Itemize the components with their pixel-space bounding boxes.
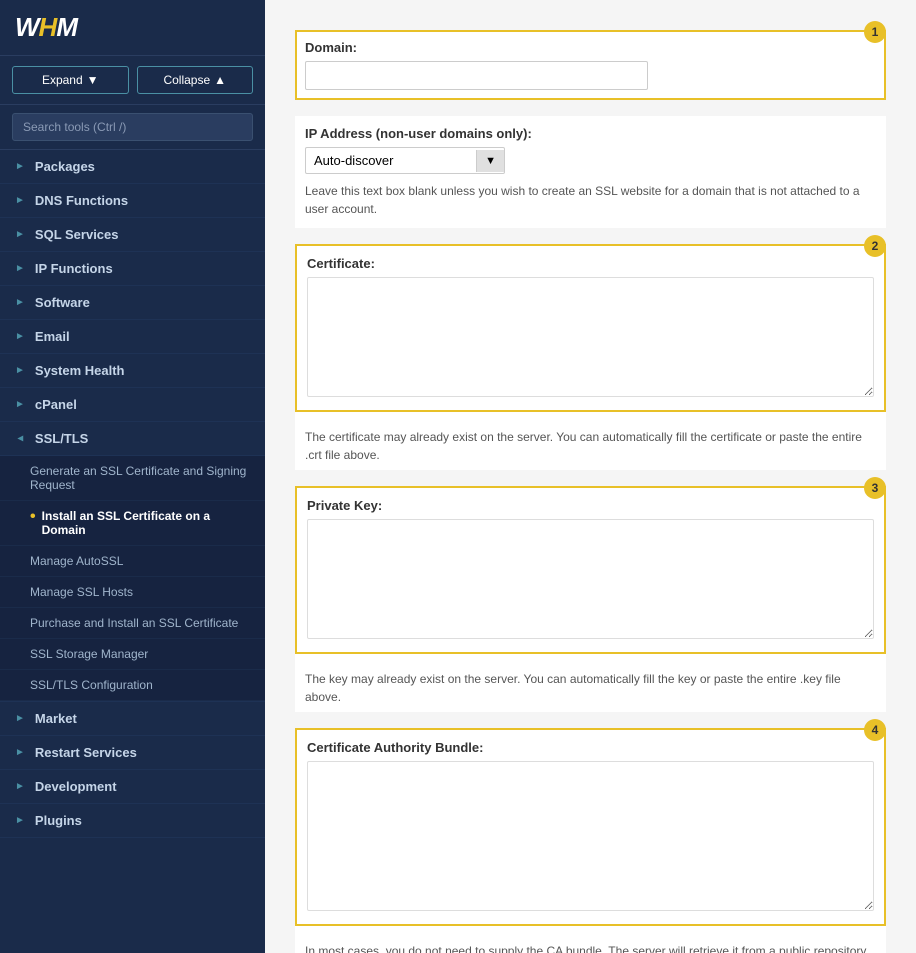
chevron-icon: ► [15,331,25,342]
sidebar-item-label: Development [35,779,117,794]
active-bullet: • [30,509,36,525]
search-area [0,105,265,150]
certificate-textarea[interactable] [307,277,874,397]
sidebar-subitem-generate-ssl[interactable]: Generate an SSL Certificate and Signing … [0,456,265,501]
chevron-icon: ► [15,365,25,376]
sidebar-item-cpanel[interactable]: ► cPanel [0,388,265,422]
collapse-button[interactable]: Collapse ▲ [137,66,254,94]
sidebar-item-ssl-tls[interactable]: ▼ SSL/TLS [0,422,265,456]
chevron-icon: ► [15,229,25,240]
subitem-label: Purchase and Install an SSL Certificate [30,616,238,630]
sidebar-item-plugins[interactable]: ► Plugins [0,804,265,838]
sidebar-item-label: Restart Services [35,745,137,760]
ip-description: Leave this text box blank unless you wis… [305,182,876,218]
sidebar-item-label: SQL Services [35,227,119,242]
chevron-icon: ► [15,195,25,206]
sidebar: WHM Expand ▼ Collapse ▲ ► Packages ► DNS… [0,0,265,953]
sidebar-item-system-health[interactable]: ► System Health [0,354,265,388]
step-badge-1: 1 [864,21,886,43]
sidebar-buttons: Expand ▼ Collapse ▲ [0,56,265,105]
chevron-icon: ► [15,781,25,792]
subitem-label: Manage AutoSSL [30,554,123,568]
sidebar-item-ip-functions[interactable]: ► IP Functions [0,252,265,286]
form-wrapper: 1 Domain: IP Address (non-user domains o… [285,20,896,953]
ca-bundle-label: Certificate Authority Bundle: [307,740,874,755]
ca-bundle-bordered: 4 Certificate Authority Bundle: [295,728,886,926]
logo: WHM [15,12,77,43]
chevron-down-icon: ▼ [14,434,25,444]
sidebar-item-label: Market [35,711,77,726]
ca-bundle-textarea[interactable] [307,761,874,911]
collapse-label: Collapse [163,73,210,87]
chevron-icon: ► [15,399,25,410]
ca-bundle-description: In most cases, you do not need to supply… [305,942,876,953]
sidebar-subitem-ssl-config[interactable]: SSL/TLS Configuration [0,670,265,701]
private-key-section: 3 Private Key: The key may already exist… [295,486,886,712]
certificate-description: The certificate may already exist on the… [305,428,876,464]
sidebar-item-development[interactable]: ► Development [0,770,265,804]
chevron-icon: ► [15,263,25,274]
search-input[interactable] [12,113,253,141]
ca-bundle-section: 4 Certificate Authority Bundle: In most … [295,728,886,953]
expand-label: Expand [42,73,83,87]
ssl-subitems: Generate an SSL Certificate and Signing … [0,456,265,702]
sidebar-item-software[interactable]: ► Software [0,286,265,320]
sidebar-item-packages[interactable]: ► Packages [0,150,265,184]
step-badge-3: 3 [864,477,886,499]
logo-area: WHM [0,0,265,56]
sidebar-item-label: DNS Functions [35,193,128,208]
private-key-bordered: 3 Private Key: [295,486,886,654]
sidebar-subitem-manage-ssl-hosts[interactable]: Manage SSL Hosts [0,577,265,608]
sidebar-item-dns-functions[interactable]: ► DNS Functions [0,184,265,218]
subitem-label: SSL Storage Manager [30,647,148,661]
certificate-bordered: 2 Certificate: [295,244,886,412]
chevron-icon: ► [15,815,25,826]
sidebar-item-label: System Health [35,363,125,378]
domain-label: Domain: [305,40,876,55]
sidebar-item-label: Packages [35,159,95,174]
domain-input[interactable] [305,61,648,90]
sidebar-item-label: IP Functions [35,261,113,276]
sidebar-item-label: SSL/TLS [35,431,88,446]
chevron-icon: ► [15,747,25,758]
chevron-icon: ► [15,161,25,172]
private-key-label: Private Key: [307,498,874,513]
subitem-label: Generate an SSL Certificate and Signing … [30,464,250,492]
sidebar-item-label: Software [35,295,90,310]
ip-label: IP Address (non-user domains only): [305,126,876,141]
sidebar-item-label: Email [35,329,70,344]
chevron-icon: ► [15,713,25,724]
sidebar-item-email[interactable]: ► Email [0,320,265,354]
step-badge-4: 4 [864,719,886,741]
ip-select[interactable]: Auto-discover [306,148,476,173]
sidebar-item-label: Plugins [35,813,82,828]
domain-section: 1 Domain: [295,30,886,100]
main-content: 1 Domain: IP Address (non-user domains o… [265,0,916,953]
ip-section: IP Address (non-user domains only): Auto… [295,116,886,228]
sidebar-item-sql-services[interactable]: ► SQL Services [0,218,265,252]
sidebar-subitem-install-ssl[interactable]: • Install an SSL Certificate on a Domain [0,501,265,546]
subitem-label: Install an SSL Certificate on a Domain [42,509,250,537]
chevron-icon: ► [15,297,25,308]
sidebar-subitem-manage-autossl[interactable]: Manage AutoSSL [0,546,265,577]
sidebar-subitem-ssl-storage[interactable]: SSL Storage Manager [0,639,265,670]
step-badge-2: 2 [864,235,886,257]
ip-select-wrapper: Auto-discover ▼ [305,147,505,174]
subitem-label: SSL/TLS Configuration [30,678,153,692]
sidebar-item-market[interactable]: ► Market [0,702,265,736]
expand-icon: ▼ [87,73,99,87]
private-key-description: The key may already exist on the server.… [305,670,876,706]
sidebar-item-label: cPanel [35,397,77,412]
private-key-textarea[interactable] [307,519,874,639]
collapse-icon: ▲ [214,73,226,87]
certificate-section: 2 Certificate: The certificate may alrea… [295,244,886,470]
sidebar-item-restart-services[interactable]: ► Restart Services [0,736,265,770]
domain-bordered: 1 Domain: [295,30,886,100]
certificate-label: Certificate: [307,256,874,271]
expand-button[interactable]: Expand ▼ [12,66,129,94]
subitem-label: Manage SSL Hosts [30,585,133,599]
sidebar-subitem-purchase-ssl[interactable]: Purchase and Install an SSL Certificate [0,608,265,639]
select-arrow-icon: ▼ [476,150,504,172]
